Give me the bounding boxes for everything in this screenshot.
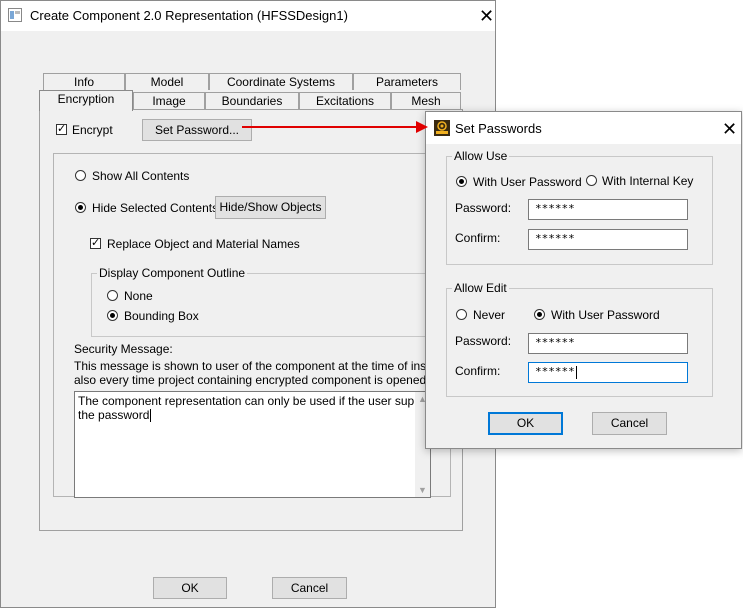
use-internal-key-label: With Internal Key xyxy=(602,174,694,188)
replace-names-label: Replace Object and Material Names xyxy=(107,237,300,251)
outline-none-label: None xyxy=(124,289,153,303)
encryption-panel: Encrypt Set Password... Show All Content… xyxy=(39,109,464,531)
main-cancel-button[interactable]: Cancel xyxy=(272,577,347,599)
passwords-cancel-button[interactable]: Cancel xyxy=(592,412,667,435)
display-outline-group: Display Component Outline None Bounding … xyxy=(91,266,451,337)
red-arrow-annotation xyxy=(242,121,428,133)
security-message-line2: the password xyxy=(78,408,150,422)
use-user-password-radio[interactable] xyxy=(456,176,467,187)
dialog-title: Create Component 2.0 Representation (HFS… xyxy=(30,8,348,23)
encrypt-label: Encrypt xyxy=(72,123,113,137)
edit-user-password-radio[interactable] xyxy=(534,309,545,320)
edit-user-password-label: With User Password xyxy=(551,308,660,322)
edit-confirm-field[interactable]: ****** xyxy=(528,362,688,383)
passwords-close-icon[interactable]: ✕ xyxy=(722,120,737,138)
tab-excitations[interactable]: Excitations xyxy=(299,92,391,109)
ansys-app-icon xyxy=(434,120,450,136)
contents-box: Show All Contents Hide Selected Contents… xyxy=(53,153,464,498)
tab-image[interactable]: Image xyxy=(133,92,205,109)
close-icon[interactable]: ✕ xyxy=(479,7,494,25)
allow-edit-group: Allow Edit Never With User Password Pass… xyxy=(446,281,713,397)
use-confirm-field[interactable]: ****** xyxy=(528,229,688,250)
display-outline-title: Display Component Outline xyxy=(97,266,248,280)
outline-bbox-label: Bounding Box xyxy=(124,309,199,323)
use-user-password-label: With User Password xyxy=(473,175,582,189)
scroll-down-icon[interactable]: ▼ xyxy=(418,485,427,495)
use-internal-key-radio[interactable] xyxy=(586,175,597,186)
security-message-title: Security Message: xyxy=(74,342,173,356)
allow-use-group: Allow Use With User Password With Intern… xyxy=(446,149,713,265)
edit-never-label: Never xyxy=(473,308,506,322)
window-app-icon xyxy=(8,8,22,22)
set-passwords-dialog: Set Passwords ✕ Allow Use With User Pass… xyxy=(425,111,742,449)
use-confirm-label: Confirm: xyxy=(455,231,501,245)
encrypt-checkbox[interactable] xyxy=(56,122,67,135)
title-bar: Create Component 2.0 Representation (HFS… xyxy=(1,1,495,31)
tab-info[interactable]: Info xyxy=(43,73,125,90)
set-password-button[interactable]: Set Password... xyxy=(142,119,252,141)
outline-bbox-radio[interactable] xyxy=(107,310,118,321)
use-password-field[interactable]: ****** xyxy=(528,199,688,220)
edit-confirm-label: Confirm: xyxy=(455,364,501,378)
tab-parameters[interactable]: Parameters xyxy=(353,73,461,90)
tab-model[interactable]: Model xyxy=(125,73,209,90)
edit-never-radio[interactable] xyxy=(456,309,467,320)
passwords-title-bar: Set Passwords ✕ xyxy=(426,112,741,144)
hide-show-objects-button[interactable]: Hide/Show Objects xyxy=(215,196,326,219)
show-all-label: Show All Contents xyxy=(92,169,190,183)
security-message-line1: The component representation can only be… xyxy=(78,394,439,408)
edit-password-field[interactable]: ****** xyxy=(528,333,688,354)
replace-names-checkbox[interactable] xyxy=(90,236,101,249)
security-desc-line2: also every time project containing encry… xyxy=(74,373,430,387)
create-component-dialog: Create Component 2.0 Representation (HFS… xyxy=(0,0,496,608)
use-password-label: Password: xyxy=(455,201,512,215)
show-all-radio[interactable] xyxy=(75,170,86,181)
passwords-dialog-title: Set Passwords xyxy=(455,121,542,136)
tab-boundaries[interactable]: Boundaries xyxy=(205,92,299,109)
edit-password-label: Password: xyxy=(455,334,512,348)
tab-encryption[interactable]: Encryption xyxy=(39,90,133,111)
tab-coordinate-systems[interactable]: Coordinate Systems xyxy=(209,73,353,90)
tab-mesh[interactable]: Mesh xyxy=(391,92,461,109)
outline-none-radio[interactable] xyxy=(107,290,118,301)
security-desc-line1: This message is shown to user of the com… xyxy=(74,359,464,373)
main-ok-button[interactable]: OK xyxy=(153,577,227,599)
allow-use-title: Allow Use xyxy=(452,149,510,163)
hide-selected-radio[interactable] xyxy=(75,202,86,213)
security-message-textarea[interactable]: The component representation can only be… xyxy=(74,391,439,498)
hide-selected-label: Hide Selected Contents xyxy=(92,201,219,215)
allow-edit-title: Allow Edit xyxy=(452,281,509,295)
passwords-ok-button[interactable]: OK xyxy=(488,412,563,435)
